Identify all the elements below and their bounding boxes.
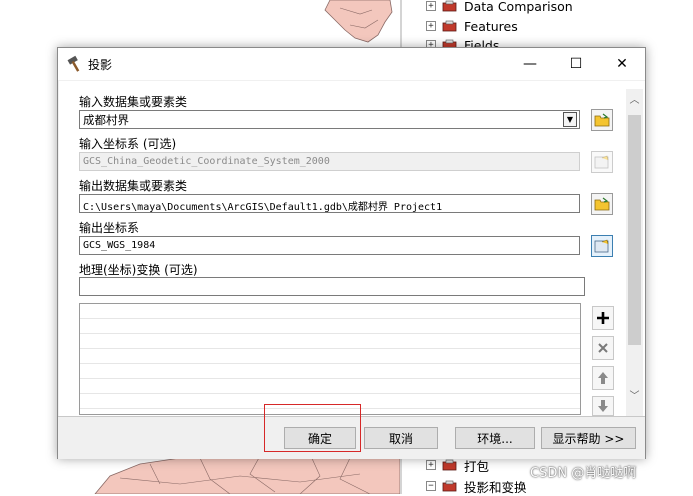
dialog-title: 投影: [88, 57, 113, 72]
x-icon: [598, 343, 608, 353]
move-up-button[interactable]: [592, 366, 614, 390]
tree-item-projections[interactable]: − 投影和变换: [426, 477, 527, 495]
move-down-button[interactable]: [592, 396, 614, 416]
browse-input-button[interactable]: [591, 109, 613, 131]
input-crs-label: 输入坐标系 (可选): [79, 137, 177, 151]
toolbox-icon: [442, 0, 460, 13]
vertical-scrollbar[interactable]: ︿ ﹀: [626, 89, 643, 416]
tree-item-label: Features: [464, 18, 518, 34]
close-button[interactable]: ✕: [599, 48, 645, 80]
list-row: [80, 319, 580, 334]
chevron-up-icon[interactable]: ︿: [626, 93, 643, 109]
list-row: [80, 394, 580, 409]
parameters-panel: 输入数据集或要素类 成都村界 ▼ 输入坐标系 (可选) GCS_China_Ge…: [59, 81, 645, 416]
environments-button[interactable]: 环境...: [455, 427, 535, 449]
collapse-icon[interactable]: −: [426, 481, 436, 491]
watermark: CSDN @肖哒哒啊: [530, 466, 637, 481]
tree-item-data-comparison[interactable]: + Data Comparison: [426, 0, 573, 15]
tree-item-features[interactable]: + Features: [426, 17, 518, 35]
input-crs-field: GCS_China_Geodetic_Coordinate_System_200…: [79, 152, 580, 171]
properties-icon: [594, 239, 609, 253]
list-row: [80, 349, 580, 364]
ok-button[interactable]: 确定: [284, 427, 356, 449]
expand-icon[interactable]: +: [426, 1, 436, 11]
expand-icon[interactable]: +: [426, 460, 436, 470]
tree-item-label: Data Comparison: [464, 0, 573, 14]
output-crs-label: 输出坐标系: [79, 221, 140, 235]
geo-transform-field[interactable]: [79, 277, 585, 296]
folder-icon: [594, 197, 610, 211]
output-dataset-field[interactable]: C:\Users\maya\Documents\ArcGIS\Default1.…: [79, 194, 580, 213]
list-row: [80, 379, 580, 394]
project-dialog: 投影 — ☐ ✕ 输入数据集或要素类 成都村界 ▼ 输入坐标系 (可选) GCS…: [57, 47, 646, 459]
browse-output-button[interactable]: [591, 193, 613, 215]
plus-icon: [597, 312, 609, 324]
chevron-down-icon[interactable]: ﹀: [626, 389, 643, 405]
list-row: [80, 334, 580, 349]
input-crs-properties-button: [591, 151, 613, 173]
toolbox-icon: [442, 19, 460, 33]
arrow-down-icon: [598, 400, 608, 412]
transform-list[interactable]: [79, 303, 581, 415]
list-row: [80, 304, 580, 319]
arrow-up-icon: [598, 372, 608, 384]
output-dataset-label: 输出数据集或要素类: [79, 179, 188, 193]
show-help-button[interactable]: 显示帮助 >>: [541, 427, 636, 449]
output-crs-properties-button[interactable]: [591, 235, 613, 257]
remove-button[interactable]: [592, 336, 614, 360]
properties-icon: [594, 155, 609, 169]
input-dataset-value: 成都村界: [83, 113, 129, 127]
tree-item-label: 投影和变换: [464, 479, 527, 495]
input-dataset-label: 输入数据集或要素类: [79, 95, 188, 109]
cancel-button[interactable]: 取消: [364, 427, 438, 449]
map-polygon-bottom: [94, 454, 400, 494]
minimize-button[interactable]: —: [507, 48, 553, 80]
title-bar[interactable]: 投影 — ☐ ✕: [58, 48, 645, 80]
output-crs-field[interactable]: GCS_WGS_1984: [79, 236, 580, 255]
input-dataset-combo[interactable]: 成都村界 ▼: [79, 110, 580, 129]
chevron-down-icon[interactable]: ▼: [563, 112, 577, 127]
hammer-icon: [66, 55, 84, 73]
maximize-button[interactable]: ☐: [553, 48, 599, 80]
expand-icon[interactable]: +: [426, 21, 436, 31]
toolbox-icon: [442, 458, 460, 472]
folder-icon: [594, 113, 610, 127]
scrollbar-thumb[interactable]: [628, 115, 641, 345]
geo-transform-label: 地理(坐标)变换 (可选): [79, 263, 198, 277]
list-row: [80, 364, 580, 379]
toolbox-icon: [442, 479, 460, 493]
add-button[interactable]: [592, 306, 614, 330]
